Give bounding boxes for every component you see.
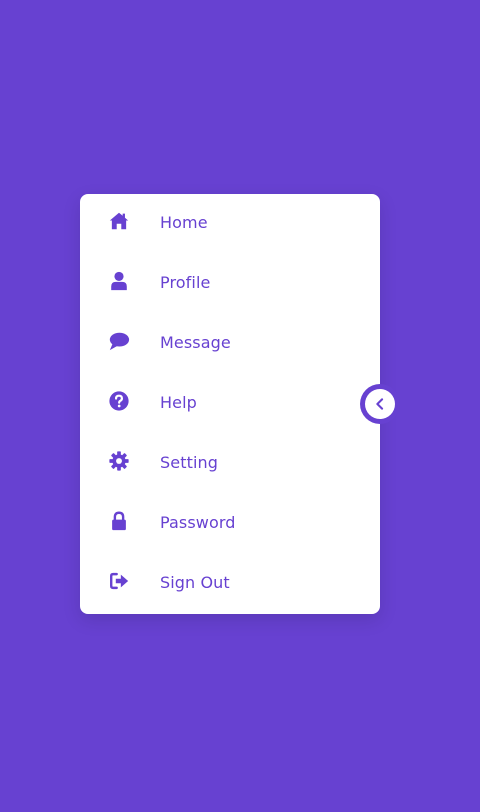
menu-item-label: Profile (160, 273, 211, 292)
menu-item-label: Setting (160, 453, 218, 472)
gear-icon (108, 450, 130, 472)
menu-item-label: Sign Out (160, 573, 230, 592)
question-circle-icon (108, 390, 130, 412)
sign-out-icon (108, 570, 130, 592)
menu-item-message[interactable]: Message (80, 314, 380, 374)
collapse-button-face (365, 389, 395, 419)
menu-item-help[interactable]: Help (80, 374, 380, 434)
menu-item-label: Help (160, 393, 197, 412)
menu-item-label: Home (160, 213, 208, 232)
menu-item-label: Message (160, 333, 231, 352)
user-icon (108, 270, 130, 292)
menu-item-label: Password (160, 513, 236, 532)
home-icon (108, 210, 130, 232)
lock-icon (108, 510, 130, 532)
menu-item-home[interactable]: Home (80, 194, 380, 254)
menu-list: Home Profile Message Help Setting Passwo… (80, 194, 380, 614)
menu-item-sign-out[interactable]: Sign Out (80, 554, 380, 614)
menu-item-profile[interactable]: Profile (80, 254, 380, 314)
collapse-menu-button[interactable] (360, 384, 400, 424)
menu-item-password[interactable]: Password (80, 494, 380, 554)
sidebar-menu: Home Profile Message Help Setting Passwo… (80, 194, 380, 614)
menu-item-setting[interactable]: Setting (80, 434, 380, 494)
chevron-left-icon (373, 397, 387, 411)
speech-bubble-icon (108, 330, 130, 352)
